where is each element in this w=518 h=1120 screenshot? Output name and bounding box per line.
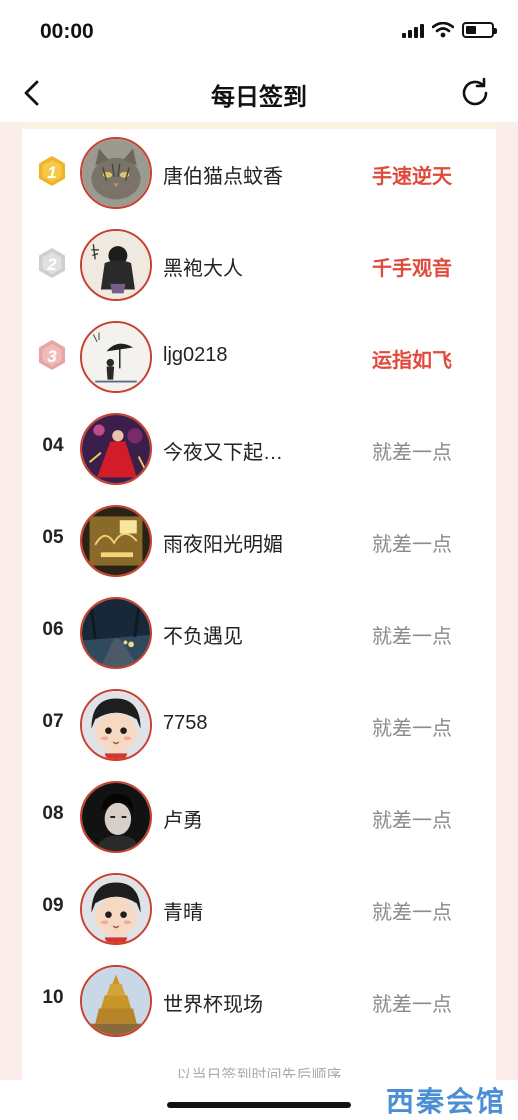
speed-tag: 运指如飞: [372, 350, 452, 372]
speed-tag: 就差一点: [372, 994, 452, 1016]
ranking-row-8[interactable]: 08 卢勇 就差一点: [22, 771, 496, 863]
ranking-row-1[interactable]: 1 唐伯猫点蚊香 手速逆天: [22, 127, 496, 219]
rank-number: 05: [42, 527, 64, 548]
avatar[interactable]: [80, 689, 152, 761]
ranking-list: 1 唐伯猫点蚊香 手速逆天 2 黑袍大人 千手观音 3 ljg0218 运指如飞…: [22, 122, 496, 1082]
gold-medal-icon: 1: [39, 156, 65, 186]
username: 黑袍大人: [163, 258, 243, 280]
rank-number: 10: [42, 987, 64, 1008]
battery-icon: [462, 22, 497, 38]
speed-tag: 就差一点: [372, 626, 452, 648]
night-road-icon: [82, 599, 150, 667]
username: 不负遇见: [163, 626, 243, 648]
username: 卢勇: [163, 810, 203, 832]
ranking-row-3[interactable]: 3 ljg0218 运指如飞: [22, 311, 496, 403]
username: 7758: [163, 712, 208, 734]
username: 青晴: [163, 902, 203, 924]
rank-number: 06: [42, 619, 64, 640]
medal-rank-3: 3: [47, 347, 57, 366]
speed-tag: 就差一点: [372, 902, 452, 924]
username: 世界杯现场: [163, 994, 263, 1016]
username: 今夜又下起…: [163, 442, 283, 464]
cartoon-kid-icon: [82, 875, 150, 943]
rank-number: 08: [42, 803, 64, 824]
golden-pagoda-icon: [82, 967, 150, 1035]
sort-order-note: 以当日签到时间先后顺序: [176, 1067, 342, 1078]
status-bar: 00:00: [0, 0, 518, 64]
page-title: 每日签到: [211, 84, 307, 111]
username: 唐伯猫点蚊香: [163, 166, 283, 188]
man-portrait-icon: [82, 783, 150, 851]
ranking-row-7[interactable]: 07 7758 就差一点: [22, 679, 496, 771]
avatar[interactable]: [80, 781, 152, 853]
rank-number: 09: [42, 895, 64, 916]
ranking-row-6[interactable]: 06 不负遇见 就差一点: [22, 587, 496, 679]
avatar[interactable]: [80, 505, 152, 577]
speed-tag: 手速逆天: [372, 166, 452, 188]
speed-tag: 千手观音: [372, 258, 452, 280]
ranking-row-5[interactable]: 05 雨夜阳光明媚 就差一点: [22, 495, 496, 587]
speed-tag: 就差一点: [372, 718, 452, 740]
avatar[interactable]: [80, 137, 152, 209]
refresh-icon[interactable]: [458, 76, 492, 110]
cellular-signal-icon: [402, 22, 424, 38]
medal-rank-2: 2: [46, 255, 57, 274]
status-time: 00:00: [40, 20, 94, 43]
gold-poster-icon: [82, 507, 150, 575]
avatar[interactable]: [80, 321, 152, 393]
cat-photo-icon: [82, 139, 150, 207]
bronze-medal-icon: 3: [39, 340, 65, 370]
avatar[interactable]: [80, 229, 152, 301]
speed-tag: 就差一点: [372, 810, 452, 832]
ranking-row-9[interactable]: 09 青晴 就差一点: [22, 863, 496, 955]
right-margin: [496, 122, 518, 1082]
ink-figure-icon: [82, 231, 150, 299]
umbrella-sketch-icon: [82, 323, 150, 391]
rank-number: 07: [42, 711, 64, 732]
rank-number: 04: [42, 435, 64, 456]
wifi-icon: [432, 22, 454, 38]
ranking-row-4[interactable]: 04 今夜又下起… 就差一点: [22, 403, 496, 495]
cartoon-kid-icon: [82, 691, 150, 759]
left-margin: [0, 122, 22, 1082]
nav-bar: 每日签到: [0, 64, 518, 122]
home-indicator[interactable]: [167, 1102, 351, 1108]
silver-medal-icon: 2: [39, 248, 65, 278]
username: ljg0218: [163, 344, 228, 366]
username: 雨夜阳光明媚: [163, 534, 283, 556]
speed-tag: 就差一点: [372, 534, 452, 556]
avatar[interactable]: [80, 965, 152, 1037]
speed-tag: 就差一点: [372, 442, 452, 464]
status-icons: [402, 22, 497, 38]
avatar[interactable]: [80, 413, 152, 485]
avatar[interactable]: [80, 873, 152, 945]
ranking-row-10[interactable]: 10 世界杯现场 就差一点: [22, 955, 496, 1047]
medal-rank-1: 1: [47, 163, 56, 182]
red-dress-icon: [82, 415, 150, 483]
ranking-row-2[interactable]: 2 黑袍大人 千手观音: [22, 219, 496, 311]
watermark-logo: 西秦会馆: [385, 1085, 506, 1118]
avatar[interactable]: [80, 597, 152, 669]
